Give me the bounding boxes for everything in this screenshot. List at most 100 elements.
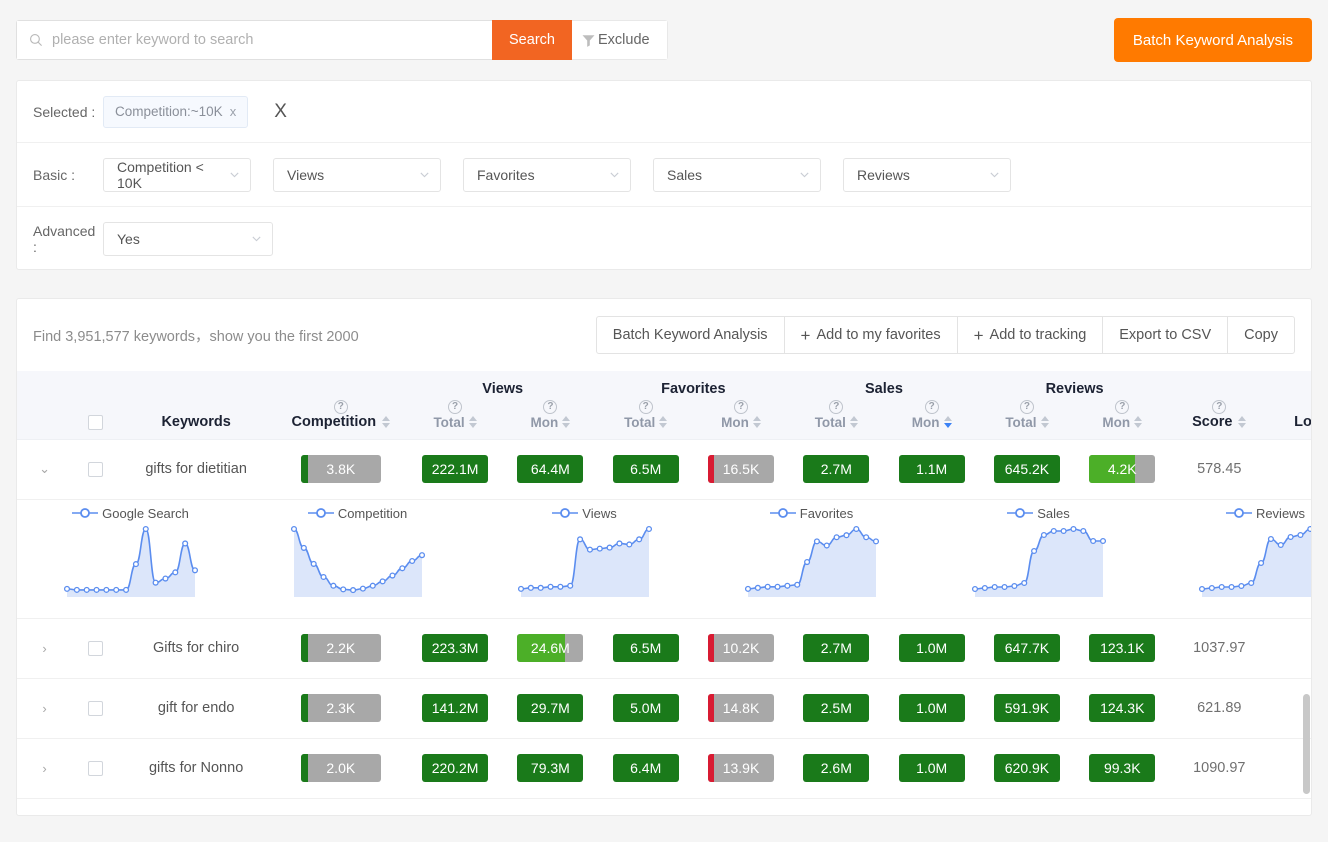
sparkline-label: Views [582, 506, 616, 521]
metric-badge: 24.6M [517, 634, 583, 662]
sort-views-total[interactable] [469, 416, 477, 428]
help-icon[interactable]: ? [639, 400, 653, 414]
table-row[interactable]: ›gifts for Nonno2.0K220.2M79.3M6.4M13.9K… [17, 738, 1312, 798]
table-row[interactable]: ›Gifts for chiro2.2K223.3M24.6M6.5M10.2K… [17, 618, 1312, 678]
filter-select-views[interactable]: Views [273, 158, 441, 192]
search-button[interactable]: Search [492, 20, 572, 60]
search-input[interactable] [52, 32, 480, 48]
keyword-text: gift for endo [118, 700, 274, 716]
cell-metric: 645.2K [979, 439, 1074, 499]
th-sales-mon[interactable]: ? Mon [884, 400, 979, 430]
th-expand [17, 371, 72, 439]
add-to-favorites-button[interactable]: + Add to my favorites [784, 316, 958, 354]
sort-sales-mon[interactable] [944, 416, 952, 428]
th-views-mon[interactable]: ? Mon [503, 400, 598, 430]
batch-keyword-analysis-button[interactable]: Batch Keyword Analysis [596, 316, 785, 354]
sort-reviews-total[interactable] [1041, 416, 1049, 428]
th-reviews-total[interactable]: ? Total [979, 400, 1074, 430]
chip-remove-icon[interactable]: x [230, 104, 237, 119]
cell-expand[interactable]: › [17, 618, 72, 678]
th-long-tail[interactable]: ? Long Tai [1269, 371, 1312, 439]
filter-select-favorites[interactable]: Favorites [463, 158, 631, 192]
cell-expand[interactable]: ⌄ [17, 439, 72, 499]
row-checkbox[interactable] [88, 701, 103, 716]
filter-select-advanced[interactable]: Yes [103, 222, 273, 256]
expand-row-chevron-icon[interactable]: ⌄ [17, 461, 72, 477]
cell-keyword[interactable]: Gifts for chiro [118, 618, 274, 678]
cell-metric: 79.3M [503, 738, 598, 798]
row-checkbox[interactable] [88, 761, 103, 776]
th-competition-label: Competition [292, 414, 377, 430]
metric-badge-value: 1.0M [916, 640, 947, 656]
copy-label: Copy [1244, 327, 1278, 343]
th-favorites-total[interactable]: ? Total [598, 400, 693, 430]
sort-competition[interactable] [382, 416, 390, 428]
sort-favorites-total[interactable] [659, 416, 667, 428]
add-to-tracking-button[interactable]: + Add to tracking [957, 316, 1104, 354]
cell-metric: 2.3K [274, 678, 407, 738]
metric-badge: 14.8K [708, 694, 774, 722]
help-icon[interactable]: ? [543, 400, 557, 414]
expand-row-chevron-icon[interactable]: › [17, 641, 72, 656]
metric-badge: 2.2K [301, 634, 381, 662]
keywords-table: Keywords ? Competition Views ? [17, 371, 1312, 799]
metric-badge: 2.5M [803, 694, 869, 722]
cell-keyword[interactable]: gifts for dietitian [118, 439, 274, 499]
metric-badge: 141.2M [422, 694, 488, 722]
cell-expand[interactable]: › [17, 738, 72, 798]
cell-metric: 2.7M [789, 618, 884, 678]
sort-sales-total[interactable] [850, 416, 858, 428]
metric-badge-value: 99.3K [1104, 760, 1141, 776]
cell-metric: 64.4M [503, 439, 598, 499]
help-icon[interactable]: ? [925, 400, 939, 414]
results-panel: Find 3,951,577 keywords，show you the fir… [16, 298, 1312, 816]
help-icon[interactable]: ? [448, 400, 462, 414]
sort-reviews-mon[interactable] [1134, 416, 1142, 428]
help-icon[interactable]: ? [829, 400, 843, 414]
filter-select-sales[interactable]: Sales [653, 158, 821, 192]
th-reviews-mon[interactable]: ? Mon [1075, 400, 1170, 430]
metric-badge: 13.9K [708, 754, 774, 782]
th-score[interactable]: ? Score [1170, 371, 1269, 439]
table-row[interactable]: ›gift for endo2.3K141.2M29.7M5.0M14.8K2.… [17, 678, 1312, 738]
th-competition[interactable]: ? Competition [274, 371, 407, 439]
th-long-tail-label: Long Tai [1294, 414, 1312, 430]
help-icon[interactable]: ? [734, 400, 748, 414]
filter-select-competition[interactable]: Competition < 10K [103, 158, 251, 192]
help-icon[interactable]: ? [1020, 400, 1034, 414]
batch-keyword-analysis-top-button[interactable]: Batch Keyword Analysis [1114, 18, 1312, 62]
expand-row-chevron-icon[interactable]: › [17, 701, 72, 716]
th-views-total[interactable]: ? Total [407, 400, 502, 430]
sort-views-mon[interactable] [562, 416, 570, 428]
sort-favorites-mon[interactable] [753, 416, 761, 428]
table-scroll-area[interactable]: Keywords ? Competition Views ? [17, 371, 1312, 799]
export-to-csv-button[interactable]: Export to CSV [1102, 316, 1228, 354]
exclude-button[interactable]: Exclude [572, 20, 668, 60]
cell-expand[interactable]: › [17, 678, 72, 738]
expand-row-chevron-icon[interactable]: › [17, 761, 72, 776]
cell-checkbox [72, 439, 118, 499]
metric-badge-value: 2.7M [821, 640, 852, 656]
row-checkbox[interactable] [88, 641, 103, 656]
selected-chip-competition[interactable]: Competition:~10K x [103, 96, 248, 128]
help-icon[interactable]: ? [334, 400, 348, 414]
cell-keyword[interactable]: gift for endo [118, 678, 274, 738]
metric-badge: 647.7K [994, 634, 1060, 662]
help-icon[interactable]: ? [1115, 400, 1129, 414]
table-row[interactable]: ⌄gifts for dietitian3.8K222.1M64.4M6.5M1… [17, 439, 1312, 499]
cell-keyword[interactable]: gifts for Nonno [118, 738, 274, 798]
vertical-scrollbar[interactable] [1303, 694, 1310, 794]
copy-button[interactable]: Copy [1227, 316, 1295, 354]
select-all-checkbox[interactable] [88, 415, 103, 430]
clear-all-filters-button[interactable]: X [274, 102, 287, 121]
filter-select-reviews[interactable]: Reviews [843, 158, 1011, 192]
th-reviews-mon-label: Mon [1102, 415, 1130, 430]
filter-select-advanced-value: Yes [117, 231, 140, 247]
sort-score[interactable] [1238, 416, 1246, 428]
th-score-label: Score [1192, 414, 1232, 430]
th-favorites-mon[interactable]: ? Mon [693, 400, 788, 430]
row-checkbox[interactable] [88, 462, 103, 477]
th-sales-total[interactable]: ? Total [789, 400, 884, 430]
help-icon[interactable]: ? [1212, 400, 1226, 414]
search-field[interactable] [16, 20, 492, 60]
